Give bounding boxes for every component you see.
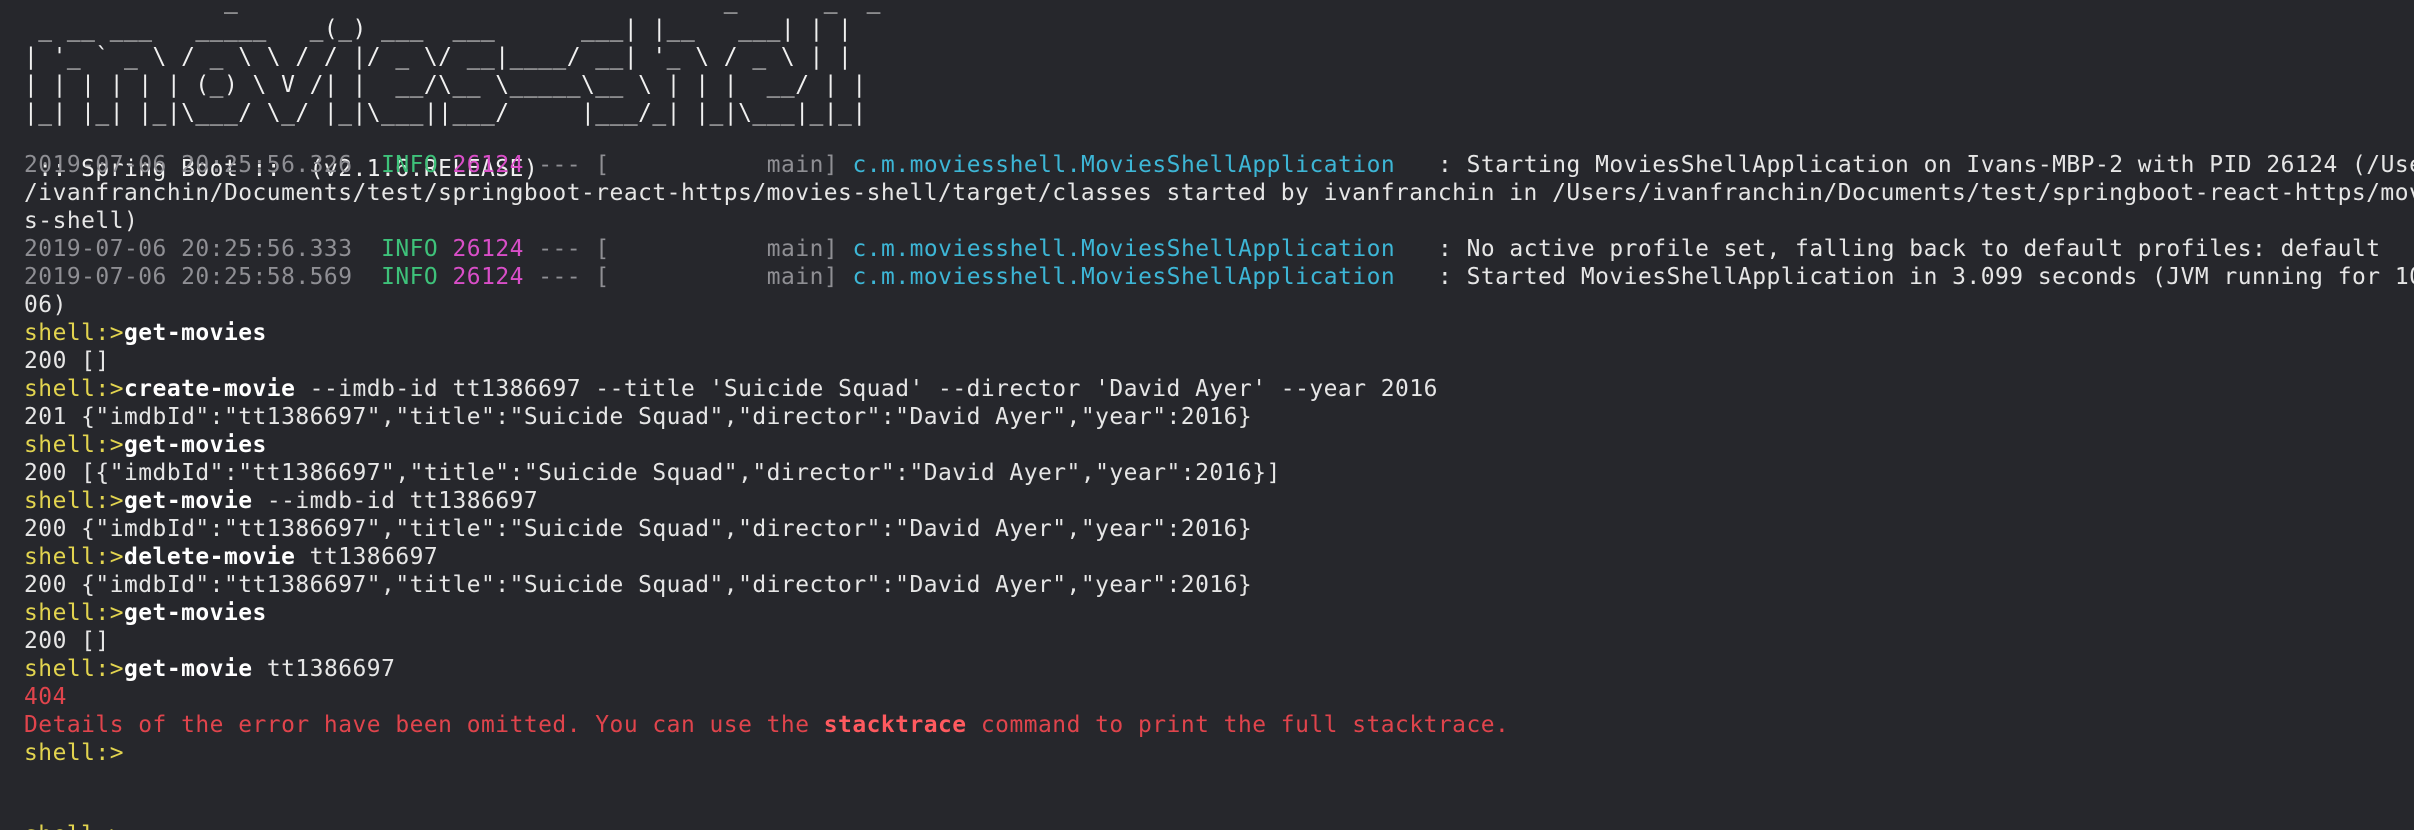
shell-output: 200 [{"imdbId":"tt1386697","title":"Suic… [24,459,2414,487]
shell-output-text: 200 [] [24,348,110,374]
shell-command-line: shell:>get-movies [24,319,2414,347]
cut-off-prompt: shell:> [24,822,124,830]
log-line: 2019-07-06 20:25:58.569 INFO 26124 --- [… [24,263,2414,291]
shell-prompt: shell:> [24,656,124,682]
log-logger: c.m.moviesshell.MoviesShellApplication [852,264,1396,290]
shell-prompt: shell:> [24,320,124,346]
shell-command: get-movies [123,432,267,458]
shell-command-line: shell:>get-movies [24,599,2414,627]
shell-prompt: shell:> [24,488,124,514]
log-level: INFO [381,264,439,290]
error-message-line: Details of the error have been omitted. … [24,711,2414,739]
log-message-cont: s-shell) [24,208,139,234]
log-message-cont: /ivanfranchin/Documents/test/springboot-… [24,180,2414,206]
shell-prompt: shell:> [24,600,124,626]
shell-command-line: shell:>get-movie tt1386697 [24,655,2414,683]
log-message-cont: 06) [24,292,67,318]
log-message: : No active profile set, falling back to… [1395,236,2381,262]
shell-command: get-movie [123,656,253,682]
shell-output-text: 200 {"imdbId":"tt1386697","title":"Suici… [24,516,1253,542]
shell-command-args: --imdb-id tt1386697 --title 'Suicide Squ… [295,376,1438,402]
log-separator: --- [538,264,582,290]
shell-output: 200 {"imdbId":"tt1386697","title":"Suici… [24,515,2414,543]
shell-output-text: 201 {"imdbId":"tt1386697","title":"Suici… [24,404,1253,430]
shell-command: create-movie [123,376,296,402]
shell-output: 200 [] [24,627,2414,655]
log-line: 2019-07-06 20:25:56.333 INFO 26124 --- [… [24,235,2414,263]
shell-command-args: tt1386697 [252,656,396,682]
log-pid: 26124 [452,152,524,178]
shell-command: get-movies [123,320,267,346]
log-message: : Started MoviesShellApplication in 3.09… [1395,264,2414,290]
shell-prompt: shell:> [24,432,124,458]
log-thread: [ main] [595,236,839,262]
shell-output: 200 [] [24,347,2414,375]
log-pid: 26124 [452,264,524,290]
shell-prompt: shell:> [24,544,124,570]
log-line-continuation: s-shell) [24,207,2414,235]
error-message-tail: command to print the full stacktrace. [966,712,1510,738]
log-timestamp: 2019-07-06 20:25:56.333 [24,236,353,262]
log-line-continuation: 06) [24,291,2414,319]
shell-command-line: shell:>get-movies [24,431,2414,459]
ascii-banner-art: _ __ ___ _____ _(_) ___ ___ ___| |__ ___… [24,16,867,126]
shell-prompt: shell:> [24,376,124,402]
log-pid: 26124 [452,236,524,262]
log-separator: --- [538,152,582,178]
shell-output: 200 {"imdbId":"tt1386697","title":"Suici… [24,571,2414,599]
shell-command-line: shell:>create-movie --imdb-id tt1386697 … [24,375,2414,403]
final-prompt-line: shell:> [24,739,2414,767]
terminal-output: 2019-07-06 20:25:56.326 INFO 26124 --- [… [24,151,2414,767]
shell-command-args: --imdb-id tt1386697 [252,488,539,514]
log-logger: c.m.moviesshell.MoviesShellApplication [852,152,1396,178]
log-level: INFO [381,152,439,178]
shell-command-args: tt1386697 [295,544,439,570]
terminal-window[interactable]: _ _ _ _ _ __ ___ _____ _(_) ___ ___ ___|… [0,0,2414,830]
log-separator: --- [538,236,582,262]
shell-output-text: 200 [] [24,628,110,654]
log-timestamp: 2019-07-06 20:25:58.569 [24,264,353,290]
log-line: 2019-07-06 20:25:56.326 INFO 26124 --- [… [24,151,2414,179]
shell-command: get-movie [123,488,253,514]
log-logger: c.m.moviesshell.MoviesShellApplication [852,236,1396,262]
log-thread: [ main] [595,152,839,178]
log-thread: [ main] [595,264,839,290]
error-message: Details of the error have been omitted. … [24,712,824,738]
shell-output: 201 {"imdbId":"tt1386697","title":"Suici… [24,403,2414,431]
shell-output-text: 200 {"imdbId":"tt1386697","title":"Suici… [24,572,1253,598]
log-message: : Starting MoviesShellApplication on Iva… [1395,152,2414,178]
shell-prompt: shell:> [24,740,124,766]
shell-command: get-movies [123,600,267,626]
log-timestamp: 2019-07-06 20:25:56.326 [24,152,353,178]
shell-command: delete-movie [123,544,296,570]
log-line-continuation: /ivanfranchin/Documents/test/springboot-… [24,179,2414,207]
shell-output-text: 200 [{"imdbId":"tt1386697","title":"Suic… [24,460,1281,486]
shell-command-line: shell:>get-movie --imdb-id tt1386697 [24,487,2414,515]
error-code-line: 404 [24,683,2414,711]
stacktrace-keyword: stacktrace [823,712,967,738]
ascii-banner-top: _ _ _ _ [24,0,881,14]
error-code: 404 [24,684,67,710]
log-level: INFO [381,236,439,262]
shell-command-line: shell:>delete-movie tt1386697 [24,543,2414,571]
